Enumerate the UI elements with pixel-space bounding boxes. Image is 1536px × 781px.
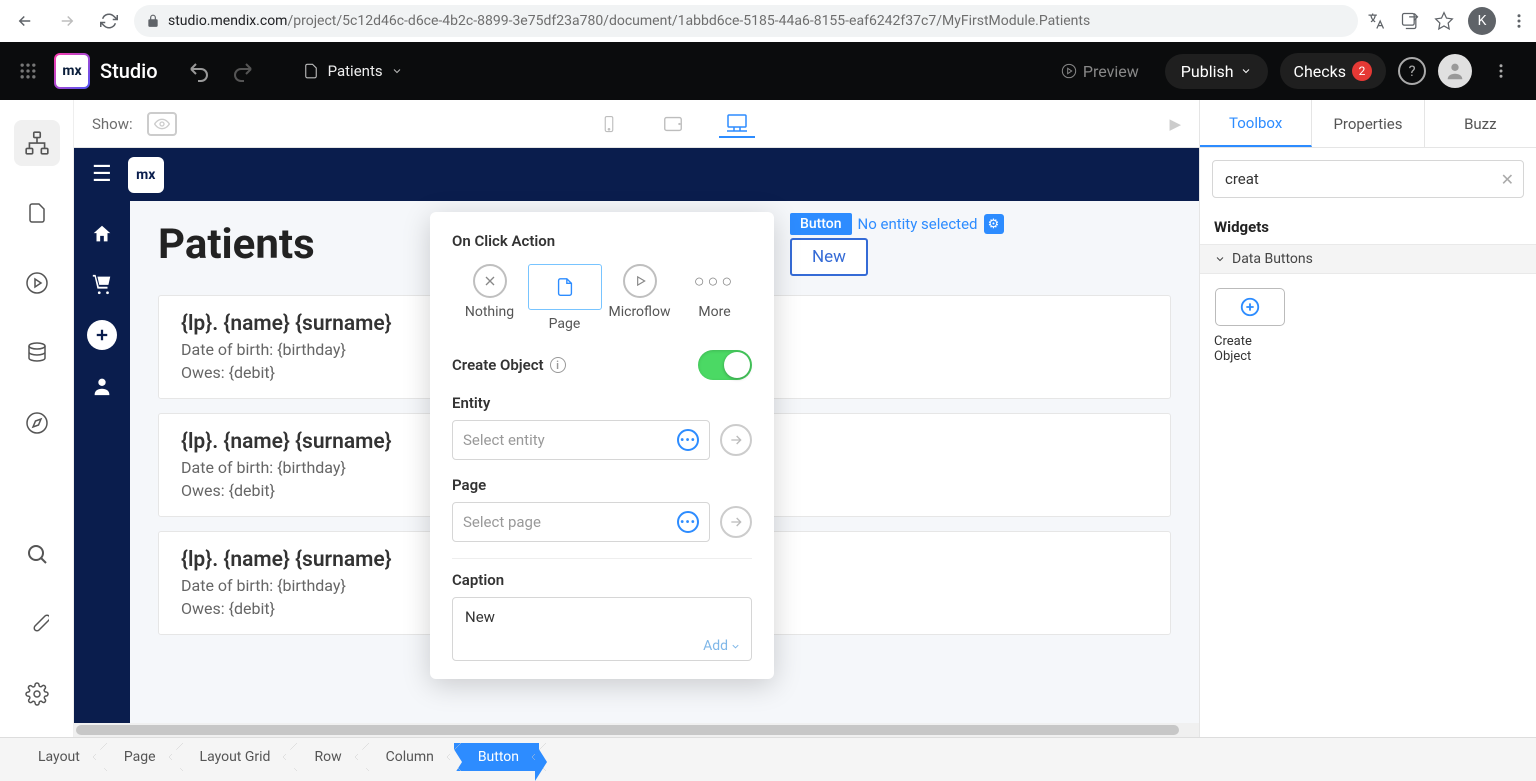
device-bar: Show: ▶: [74, 100, 1199, 148]
device-phone-icon[interactable]: [591, 110, 627, 138]
action-nothing[interactable]: Nothing: [452, 264, 527, 332]
close-x-icon: [473, 264, 507, 298]
selection-type-badge: Button: [790, 213, 852, 235]
panel-title: On Click Action: [452, 232, 752, 250]
forward-button[interactable]: [50, 4, 84, 38]
page-goto-icon[interactable]: [720, 506, 752, 538]
rail-database-icon[interactable]: [14, 330, 60, 376]
preview-button[interactable]: Preview: [1047, 54, 1153, 89]
page-sidebar: [74, 148, 130, 737]
device-desktop-icon[interactable]: [719, 110, 755, 138]
action-page[interactable]: Page: [527, 264, 602, 332]
url-domain: studio.mendix.com: [168, 13, 287, 29]
page-doc-icon: [528, 264, 602, 310]
crumb-page[interactable]: Page: [100, 743, 176, 771]
tab-properties[interactable]: Properties: [1312, 100, 1424, 147]
breadcrumb-bar: Layout Page Layout Grid Row Column Butto…: [0, 737, 1536, 775]
back-button[interactable]: [8, 4, 42, 38]
crumb-column[interactable]: Column: [362, 743, 454, 771]
entity-picker-icon[interactable]: •••: [677, 429, 699, 451]
browser-bar: studio.mendix.com/project/5c12d46c-d6ce-…: [0, 0, 1536, 42]
new-button[interactable]: New: [790, 238, 868, 276]
selection-subtitle: No entity selected: [858, 215, 978, 233]
undo-button[interactable]: [188, 59, 212, 83]
canvas-next-arrow[interactable]: ▶: [1169, 115, 1181, 133]
canvas: Show: ▶ ☰ mx: [74, 100, 1199, 737]
nav-add-icon[interactable]: [87, 320, 117, 350]
nav-user-icon[interactable]: [88, 372, 116, 400]
translate-icon[interactable]: [1366, 11, 1386, 31]
share-icon[interactable]: [1400, 11, 1420, 31]
caption-input[interactable]: New Add: [452, 597, 752, 661]
info-icon[interactable]: i: [550, 357, 566, 373]
search-clear-icon[interactable]: ✕: [1501, 170, 1514, 189]
reload-button[interactable]: [92, 4, 126, 38]
star-icon[interactable]: [1434, 11, 1454, 31]
publish-button[interactable]: Publish: [1165, 54, 1268, 89]
nav-cart-icon[interactable]: [88, 270, 116, 298]
left-rail: [0, 100, 74, 737]
hamburger-icon[interactable]: ☰: [92, 162, 112, 187]
visibility-toggle[interactable]: [147, 112, 177, 136]
document-breadcrumb[interactable]: Patients: [302, 62, 403, 80]
page-logo: mx: [128, 157, 164, 193]
rail-play-icon[interactable]: [14, 260, 60, 306]
on-click-action-panel: On Click Action Nothing Page Microflow: [430, 212, 774, 679]
action-more[interactable]: ○○○ More: [677, 264, 752, 332]
user-menu[interactable]: [1438, 54, 1472, 88]
selection-settings-icon[interactable]: ⚙: [984, 214, 1004, 234]
address-bar[interactable]: studio.mendix.com/project/5c12d46c-d6ce-…: [134, 5, 1358, 37]
horizontal-scrollbar[interactable]: [74, 723, 1199, 737]
widgets-header: Widgets: [1200, 210, 1536, 244]
create-object-toggle[interactable]: [698, 350, 752, 380]
group-data-buttons[interactable]: Data Buttons: [1200, 244, 1536, 274]
page-picker-icon[interactable]: •••: [677, 511, 699, 533]
tab-buzz[interactable]: Buzz: [1425, 100, 1536, 147]
nav-home-icon[interactable]: [88, 220, 116, 248]
device-tablet-icon[interactable]: [655, 110, 691, 138]
crumb-row[interactable]: Row: [290, 743, 361, 771]
create-object-label: Create Object: [452, 356, 544, 374]
mendix-logo[interactable]: mx: [54, 53, 90, 89]
page-navbar: ☰ mx: [74, 148, 1199, 201]
checks-button[interactable]: Checks 2: [1280, 53, 1386, 89]
more-icon: ○○○: [694, 264, 736, 298]
url-path: /project/5c12d46c-d6ce-4b2c-8899-3e75df2…: [287, 13, 1090, 29]
apps-grid-icon[interactable]: [18, 61, 54, 81]
plus-circle-icon: [1215, 288, 1285, 326]
selection-overlay: Button No entity selected ⚙ New: [790, 213, 1004, 276]
crumb-layoutgrid[interactable]: Layout Grid: [176, 743, 291, 771]
profile-avatar[interactable]: K: [1468, 7, 1496, 35]
redo-button[interactable]: [230, 59, 254, 83]
rail-tree-icon[interactable]: [14, 120, 60, 166]
crumb-layout[interactable]: Layout: [14, 743, 100, 771]
entity-select[interactable]: Select entity •••: [452, 420, 710, 460]
page-label: Page: [452, 476, 752, 494]
right-panel: Toolbox Properties Buzz ✕ Widgets Data B…: [1199, 100, 1536, 737]
toolbox-search-input[interactable]: [1212, 160, 1524, 198]
tab-toolbox[interactable]: Toolbox: [1200, 100, 1312, 147]
studio-title: Studio: [100, 59, 158, 83]
entity-goto-icon[interactable]: [720, 424, 752, 456]
checks-count-badge: 2: [1352, 61, 1372, 81]
crumb-button[interactable]: Button: [454, 743, 539, 771]
play-icon: [623, 264, 657, 298]
page-select[interactable]: Select page •••: [452, 502, 710, 542]
rail-brush-icon[interactable]: [14, 601, 60, 647]
rail-compass-icon[interactable]: [14, 400, 60, 446]
action-microflow[interactable]: Microflow: [602, 264, 677, 332]
overflow-menu[interactable]: [1484, 54, 1518, 88]
show-label: Show:: [92, 115, 133, 133]
lock-icon: [146, 14, 160, 28]
browser-menu-icon[interactable]: [1510, 12, 1528, 30]
rail-page-icon[interactable]: [14, 190, 60, 236]
caption-add-link[interactable]: Add: [703, 638, 741, 654]
rail-search-icon[interactable]: [14, 531, 60, 577]
widget-create-object[interactable]: Create Object: [1200, 274, 1300, 378]
help-button[interactable]: ?: [1398, 57, 1426, 85]
caption-label: Caption: [452, 571, 752, 589]
studio-topbar: mx Studio Patients Preview Publish Check…: [0, 42, 1536, 100]
entity-label: Entity: [452, 394, 752, 412]
rail-settings-icon[interactable]: [14, 671, 60, 717]
